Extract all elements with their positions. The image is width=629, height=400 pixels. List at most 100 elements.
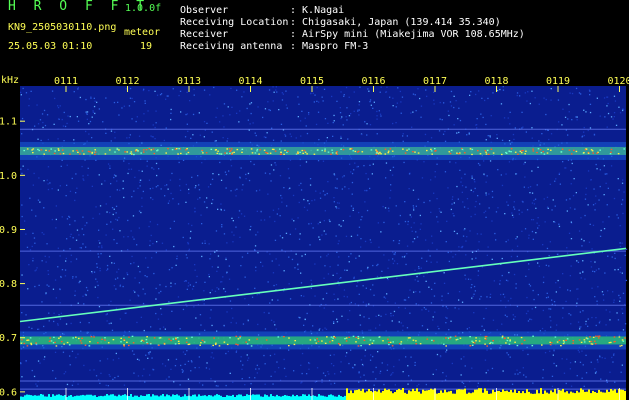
noise-dot <box>416 236 419 238</box>
noise-dot <box>568 103 570 106</box>
noise-dot <box>144 275 146 277</box>
band-dot <box>619 345 621 347</box>
noise-dot <box>294 267 296 269</box>
band-dot <box>59 336 62 338</box>
noise-dot <box>436 216 438 218</box>
band-dot <box>409 337 411 339</box>
noise-dot <box>106 320 108 322</box>
noise-dot <box>300 295 302 297</box>
noise-dot <box>605 324 607 326</box>
noise-dot <box>96 281 98 283</box>
band-dot <box>145 339 148 341</box>
band-dot <box>445 337 447 339</box>
noise-dot <box>289 233 291 235</box>
noise-dot <box>544 352 547 354</box>
band-dot <box>133 153 135 156</box>
noise-dot <box>532 238 534 240</box>
noise-dot <box>587 318 589 320</box>
noise-dot <box>95 375 98 377</box>
noise-dot <box>550 88 552 90</box>
noise-dot <box>196 275 198 278</box>
meter-bar <box>450 390 452 400</box>
noise-dot <box>85 286 88 289</box>
band-dot <box>49 337 51 339</box>
noise-dot <box>531 127 533 129</box>
noise-dot <box>591 287 593 289</box>
band-dot <box>59 153 62 155</box>
noise-dot <box>301 352 304 355</box>
noise-dot <box>392 122 394 125</box>
noise-dot <box>565 382 567 385</box>
band-dot <box>521 343 523 345</box>
noise-dot <box>379 113 382 115</box>
noise-dot <box>470 91 472 93</box>
noise-dot <box>578 351 580 353</box>
noise-dot <box>128 105 131 107</box>
band-dot <box>597 335 599 337</box>
noise-dot <box>558 223 560 225</box>
noise-dot <box>194 211 196 213</box>
noise-dot <box>153 272 155 275</box>
noise-dot <box>264 363 266 365</box>
noise-dot <box>321 234 323 236</box>
meter-bar <box>92 395 94 400</box>
noise-dot <box>359 86 361 88</box>
noise-dot <box>222 276 224 278</box>
band-dot <box>215 342 217 344</box>
meter-bar <box>532 393 534 400</box>
noise-dot <box>289 187 291 189</box>
noise-dot <box>508 140 511 142</box>
noise-dot <box>530 318 533 321</box>
band-dot <box>288 345 290 347</box>
noise-dot <box>257 231 259 233</box>
noise-dot <box>436 248 438 251</box>
noise-dot <box>97 296 99 299</box>
noise-dot <box>128 136 130 139</box>
noise-dot <box>549 183 551 185</box>
noise-dot <box>110 300 112 302</box>
noise-dot <box>62 125 65 127</box>
noise-dot <box>364 240 367 243</box>
noise-dot <box>320 256 322 258</box>
noise-dot <box>532 382 534 384</box>
band-dot <box>378 336 380 338</box>
noise-dot <box>137 294 139 296</box>
meter-bar <box>268 396 270 400</box>
noise-dot <box>47 138 49 141</box>
noise-dot <box>230 321 232 324</box>
noise-dot <box>450 90 453 93</box>
noise-dot <box>324 265 326 267</box>
noise-dot <box>358 109 360 111</box>
noise-dot <box>32 257 34 260</box>
noise-dot <box>200 324 202 326</box>
band-dot <box>178 148 180 150</box>
noise-dot <box>487 246 489 248</box>
noise-dot <box>411 230 413 232</box>
noise-dot <box>562 273 564 275</box>
band-dot <box>471 148 474 151</box>
noise-dot <box>260 211 262 213</box>
noise-dot <box>106 223 108 225</box>
noise-dot <box>300 182 302 185</box>
noise-dot <box>430 137 433 139</box>
noise-dot <box>599 185 601 188</box>
band-dot <box>140 152 142 154</box>
noise-dot <box>102 121 104 123</box>
noise-dot <box>247 359 249 361</box>
noise-dot <box>215 116 217 118</box>
band-dot <box>158 344 160 346</box>
meter-bar <box>530 393 532 400</box>
noise-dot <box>324 327 326 329</box>
noise-dot <box>330 363 333 365</box>
noise-dot <box>286 205 288 207</box>
noise-dot <box>156 223 159 226</box>
band-dot <box>210 148 213 150</box>
noise-dot <box>148 179 151 181</box>
noise-dot <box>470 189 472 191</box>
noise-dot <box>297 263 299 265</box>
noise-dot <box>475 200 477 203</box>
noise-dot <box>300 189 303 191</box>
meter-bar <box>28 394 30 400</box>
meter-bar <box>510 389 512 400</box>
noise-dot <box>601 291 604 293</box>
